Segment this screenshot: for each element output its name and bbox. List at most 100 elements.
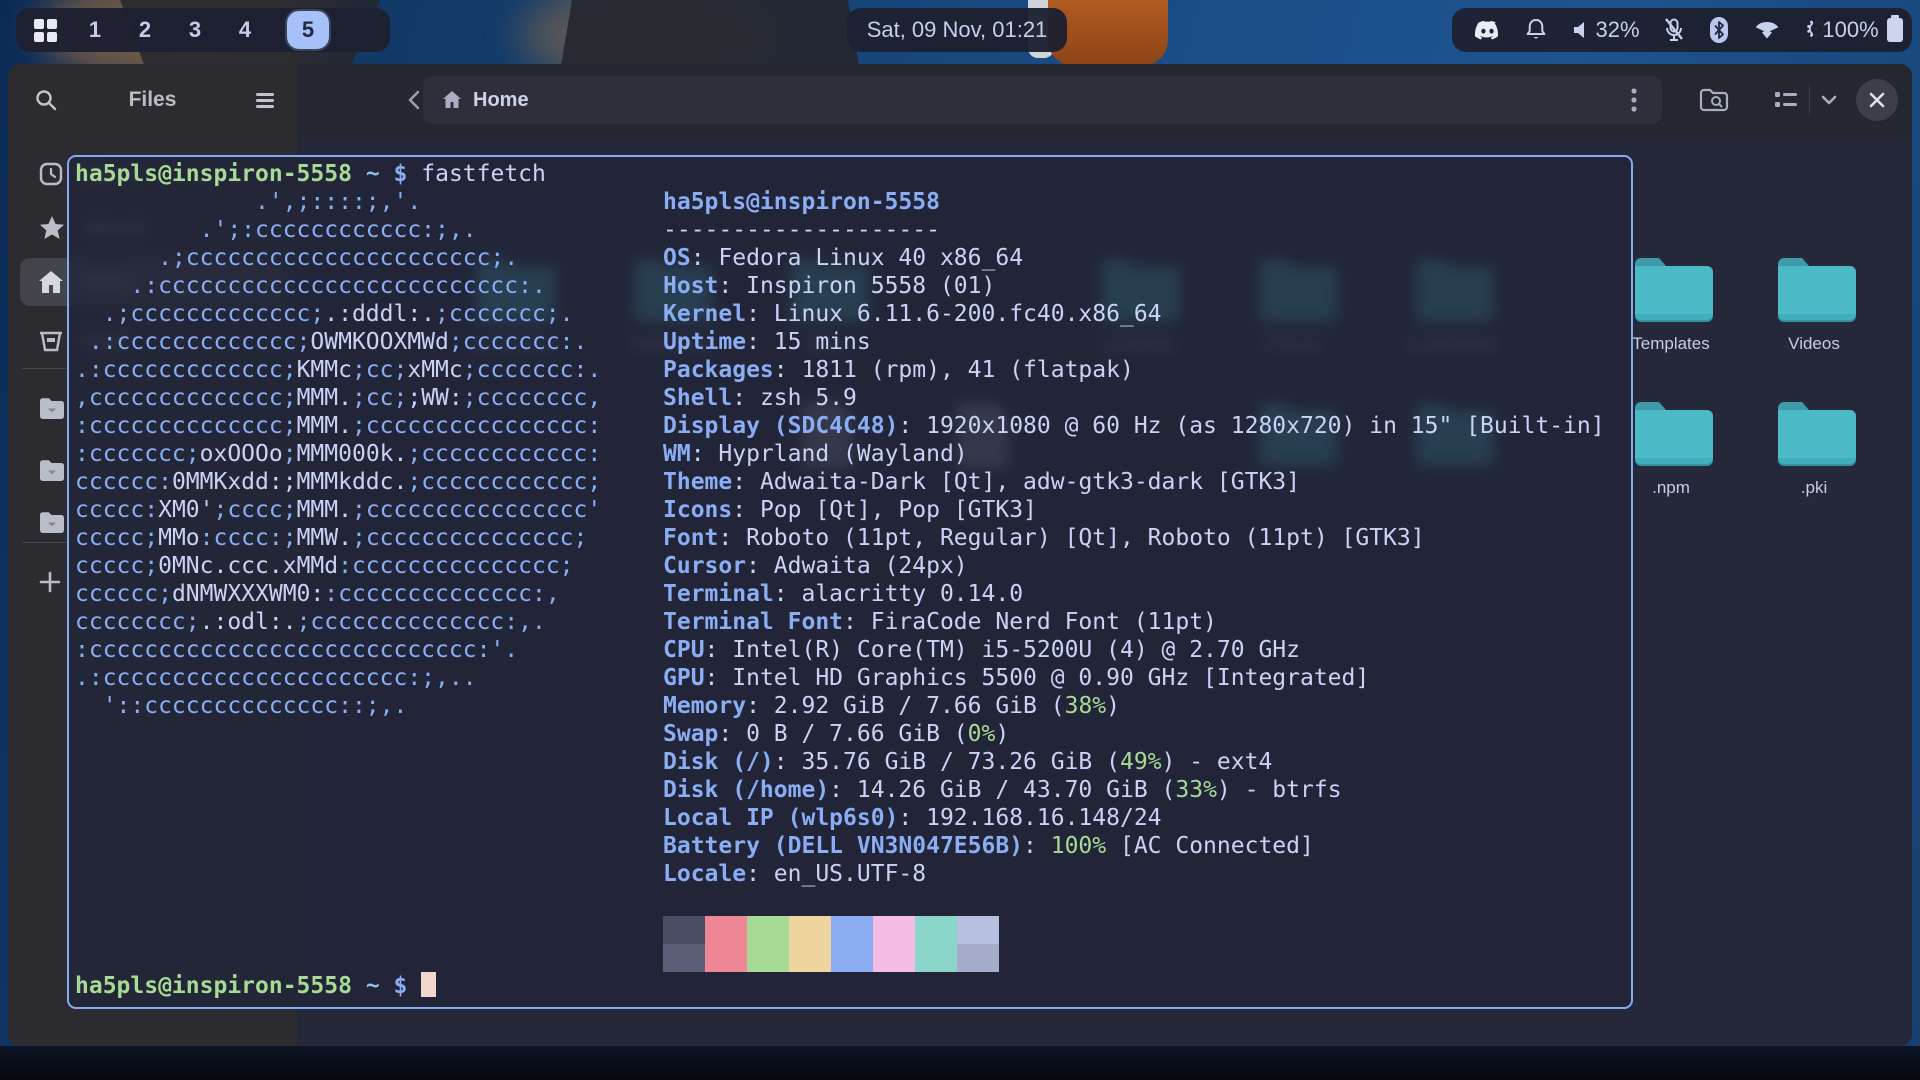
palette-swatch	[705, 944, 747, 972]
fastfetch-line-kernel: Kernel: Linux 6.11.6-200.fc40.x86_64	[663, 300, 1605, 328]
folder-icon	[1770, 254, 1858, 326]
folder-icon	[1770, 398, 1858, 470]
fastfetch-line-disk-home-: Disk (/home): 14.26 GiB / 43.70 GiB (33%…	[663, 776, 1605, 804]
breadcrumb-label: Home	[473, 89, 529, 112]
fastfetch-line-battery-dell-vn3n047e56b-: Battery (DELL VN3N047E56B): 100% [AC Con…	[663, 832, 1605, 860]
clock-pill[interactable]: Sat, 09 Nov, 01:21	[847, 8, 1067, 52]
palette-swatch	[873, 944, 915, 972]
palette-swatch	[831, 944, 873, 972]
palette-swatch	[789, 916, 831, 944]
wallpaper-bottom-strip	[0, 1046, 1920, 1080]
battery-label: 100%	[1822, 17, 1878, 43]
chevron-down-icon	[1820, 94, 1838, 106]
prompt-path: ~	[366, 973, 380, 999]
fastfetch-title: ha5pls@inspiron-5558	[663, 188, 1605, 216]
discord-icon[interactable]	[1474, 8, 1501, 52]
notification-bell-icon[interactable]	[1523, 8, 1549, 52]
folder-icon	[38, 511, 66, 533]
workspace-1[interactable]: 1	[87, 17, 103, 43]
fastfetch-line-locale: Locale: en_US.UTF-8	[663, 860, 1605, 888]
breadcrumb[interactable]: Home	[423, 76, 1662, 124]
systray-pill: 32% ⚙	[1452, 8, 1850, 52]
view-toggle-button[interactable]	[1773, 85, 1838, 115]
close-button[interactable]	[1856, 79, 1898, 121]
fastfetch-info: ha5pls@inspiron-5558--------------------…	[663, 188, 1605, 888]
fastfetch-line-terminal: Terminal: alacritty 0.14.0	[663, 580, 1605, 608]
fastfetch-line-local-ip-wlp6s0-: Local IP (wlp6s0): 192.168.16.148/24	[663, 804, 1605, 832]
bluetooth-icon[interactable]	[1708, 8, 1730, 52]
fastfetch-line-host: Host: Inspiron 5558 (01)	[663, 272, 1605, 300]
fastfetch-line-wm: WM: Hyprland (Wayland)	[663, 440, 1605, 468]
palette-swatch	[957, 916, 999, 944]
wallpaper-launch-tower	[560, 0, 860, 72]
palette-swatch	[747, 944, 789, 972]
palette-swatch	[831, 916, 873, 944]
terminal-window[interactable]: ha5pls@inspiron-5558 ~ $ fastfetch .',;:…	[67, 155, 1633, 1009]
palette-swatch	[663, 944, 705, 972]
file-label: Videos	[1788, 334, 1840, 354]
palette-swatch	[915, 916, 957, 944]
terminal-color-palette	[663, 916, 999, 972]
workspace-5[interactable]: 5	[287, 11, 329, 49]
app-launcher-icon[interactable]	[34, 19, 57, 42]
workspace-3[interactable]: 3	[187, 17, 203, 43]
palette-swatch	[663, 916, 705, 944]
fastfetch-line-os: OS: Fedora Linux 40 x86_64	[663, 244, 1605, 272]
fastfetch-line-display-sdc4c48-: Display (SDC4C48): 1920x1080 @ 60 Hz (as…	[663, 412, 1605, 440]
desktop: 1 2 3 4 5 Sat, 09 Nov, 01:21 32% ⚙ 100%	[0, 0, 1920, 1080]
folder-icon	[1627, 398, 1715, 470]
fastfetch-line-uptime: Uptime: 15 mins	[663, 328, 1605, 356]
files-headerbar: Files Home	[8, 64, 1912, 136]
palette-swatch	[789, 944, 831, 972]
fastfetch-line-font: Font: Roboto (11pt, Regular) [Qt], Robot…	[663, 524, 1605, 552]
fastfetch-line-packages: Packages: 1811 (rpm), 41 (flatpak)	[663, 356, 1605, 384]
palette-swatch	[747, 916, 789, 944]
fastfetch-line-cursor: Cursor: Adwaita (24px)	[663, 552, 1605, 580]
fastfetch-separator: --------------------	[663, 216, 1605, 244]
workspace-list: 1 2 3 4 5	[87, 11, 329, 49]
palette-row-1	[663, 916, 999, 944]
hamburger-menu-button[interactable]	[243, 78, 287, 122]
folder-Videos[interactable]: Videos	[1739, 254, 1889, 354]
folder-.pki[interactable]: .pki	[1739, 398, 1889, 498]
fedora-ascii-logo: .',;::::;,'. .';:cccccccccccc:;,. .;cccc…	[75, 188, 601, 720]
battery-pill: 100%	[1813, 8, 1912, 52]
search-folder-button[interactable]	[1692, 78, 1736, 122]
volume-label: 32%	[1596, 17, 1640, 43]
file-label: .pki	[1801, 478, 1827, 498]
file-label: .npm	[1652, 478, 1690, 498]
prompt-symbol: $	[394, 161, 408, 187]
prompt-symbol: $	[394, 973, 408, 999]
palette-swatch	[957, 944, 999, 972]
fastfetch-line-gpu: GPU: Intel HD Graphics 5500 @ 0.90 GHz […	[663, 664, 1605, 692]
home-icon	[38, 270, 64, 294]
clock-icon	[38, 161, 64, 187]
prompt-user: ha5pls@inspiron-5558	[75, 973, 352, 999]
files-main-header: Home	[297, 64, 1912, 136]
volume-widget[interactable]: 32%	[1572, 17, 1640, 43]
home-icon	[441, 89, 463, 111]
clock-label: Sat, 09 Nov, 01:21	[867, 17, 1048, 43]
list-view-icon	[1773, 89, 1799, 111]
terminal-prompt-line: ha5pls@inspiron-5558 ~ $ fastfetch	[75, 160, 1629, 188]
workspace-2[interactable]: 2	[137, 17, 153, 43]
file-label: Templates	[1632, 334, 1709, 354]
fastfetch-line-disk-: Disk (/): 35.76 GiB / 73.26 GiB (49%) - …	[663, 748, 1605, 776]
prompt-command: fastfetch	[421, 161, 546, 187]
plus-icon	[38, 570, 62, 594]
path-menu-kebab-icon[interactable]	[1612, 78, 1656, 122]
folder-icon	[38, 459, 66, 481]
folder-icon	[38, 397, 66, 419]
fastfetch-line-theme: Theme: Adwaita-Dark [Qt], adw-gtk3-dark …	[663, 468, 1605, 496]
wifi-icon[interactable]	[1752, 8, 1782, 52]
close-icon	[1868, 91, 1886, 109]
trash-icon	[38, 327, 64, 353]
workspace-4[interactable]: 4	[237, 17, 253, 43]
palette-swatch	[915, 944, 957, 972]
microphone-muted-icon[interactable]	[1662, 8, 1686, 52]
palette-row-2	[663, 944, 999, 972]
fastfetch-line-swap: Swap: 0 B / 7.66 GiB (0%)	[663, 720, 1605, 748]
folder-icon	[1627, 254, 1715, 326]
terminal-cursor	[421, 972, 436, 997]
star-icon	[38, 215, 66, 241]
